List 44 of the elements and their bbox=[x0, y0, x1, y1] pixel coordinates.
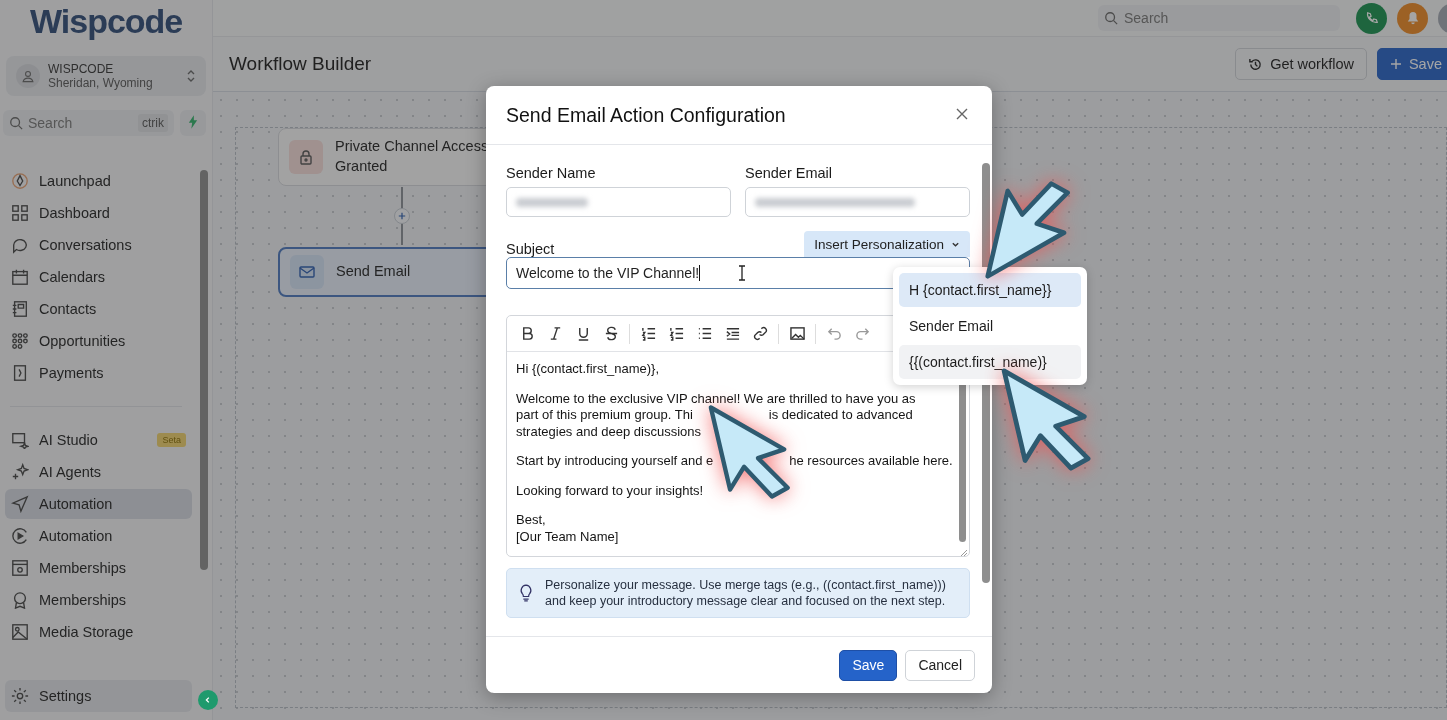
search-field[interactable]: Search ctrik bbox=[3, 110, 174, 136]
sidebar-item[interactable]: Automation bbox=[5, 521, 192, 551]
brand-logo: Wispcode bbox=[29, 1, 184, 42]
sidebar-item[interactable]: Memberships bbox=[5, 585, 192, 615]
sidebar-item[interactable]: Conversations bbox=[5, 230, 192, 260]
sidebar-item[interactable]: Memberships bbox=[5, 553, 192, 583]
tip-text: Personalize your message. Use merge tags (e.g., ((contact.first_name))) and keep your introductory message clear and focused on the next step. bbox=[545, 577, 947, 609]
editor-text-line: Looking forward to your insights! bbox=[516, 482, 704, 499]
sidebar-item[interactable]: AI Studio Seta bbox=[5, 425, 192, 455]
search-placeholder: Search bbox=[28, 115, 74, 131]
editor-text-line: strategies and deep discussions bbox=[516, 423, 701, 440]
account-switcher[interactable]: WISPCODE Sheridan, Wyoming bbox=[6, 56, 206, 96]
sidebar-item[interactable]: AI Agents bbox=[5, 457, 192, 487]
get-workflow-button[interactable]: Get workflow bbox=[1235, 48, 1367, 80]
save-button[interactable]: Save bbox=[839, 649, 898, 681]
dialog-title: Send Email Action Configuration bbox=[506, 103, 786, 127]
shortcut-hint: ctrik bbox=[138, 114, 168, 132]
insert-personalization-button[interactable]: Insert Personalization bbox=[804, 231, 970, 257]
search-placeholder: Search bbox=[1124, 10, 1170, 26]
cancel-button[interactable]: Cancel bbox=[905, 649, 975, 681]
sidebar-item[interactable]: Media Storage bbox=[5, 617, 192, 647]
menu-item[interactable]: H {contact.first_name}} bbox=[899, 273, 1081, 307]
editor-text-line: part of this premium group. Thi is dedicated to advanced bbox=[516, 407, 913, 424]
editor-text-line: Best, bbox=[516, 512, 546, 529]
editor-text-line: [Our Team Name] bbox=[516, 528, 619, 545]
settings-item[interactable]: Settings bbox=[5, 680, 192, 712]
sidebar-item[interactable]: Dashboard bbox=[5, 198, 192, 228]
editor-text-line: Hi {(contact.first_name)}, bbox=[516, 361, 660, 378]
sidebar-item[interactable]: Calendars bbox=[5, 262, 192, 292]
menu-item[interactable]: Sender Email bbox=[899, 309, 1081, 343]
sidebar-item[interactable]: Opportunities bbox=[5, 326, 192, 356]
account-location: Sheridan, Wyoming bbox=[48, 76, 154, 90]
sidebar-item[interactable]: Automation bbox=[5, 489, 192, 519]
account-name: WISPCODE bbox=[48, 62, 115, 76]
menu-item[interactable]: {{(contact.first_name)} bbox=[899, 345, 1081, 379]
editor-text-line: Start by introducing yourself and e he resources available here. bbox=[516, 453, 953, 470]
beta-badge: Seta bbox=[157, 433, 186, 447]
sidebar-item[interactable]: Payments bbox=[5, 358, 192, 388]
field-label: Sender Email bbox=[745, 165, 834, 181]
editor-text-line: Welcome to the exclusive VIP channel! We are thrilled to have you as bbox=[516, 390, 916, 407]
sidebar-item[interactable]: Contacts bbox=[5, 294, 192, 324]
save-button[interactable]: Save bbox=[1376, 48, 1447, 80]
page-title: Workflow Builder bbox=[229, 53, 372, 75]
sidebar-item[interactable]: Launchpad bbox=[5, 166, 192, 196]
